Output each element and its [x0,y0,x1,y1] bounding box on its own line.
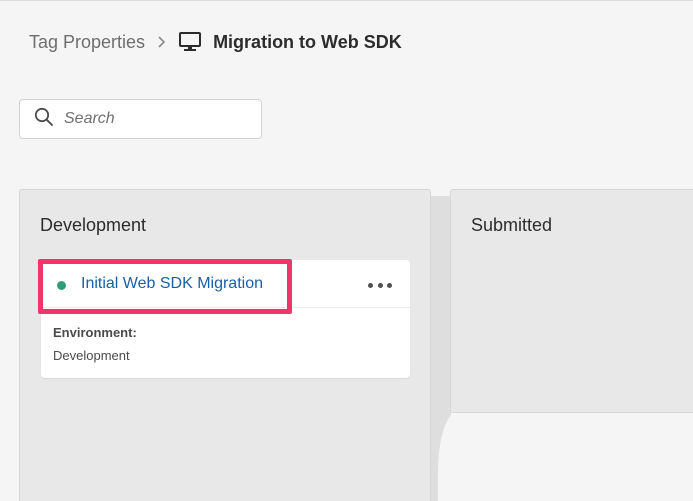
environment-label: Environment: [53,325,137,340]
breadcrumb-tag-properties-link[interactable]: Tag Properties [29,32,145,53]
column-development: Development Initial Web SDK Migration En… [19,189,431,501]
search-field[interactable] [19,99,262,139]
more-horizontal-icon [368,282,373,288]
more-options-button[interactable] [368,275,392,295]
breadcrumb: Tag Properties Migration to Web SDK [29,30,402,54]
top-divider [0,0,693,1]
page-title: Migration to Web SDK [213,31,402,52]
library-card[interactable]: Initial Web SDK Migration Environment: D… [38,259,410,378]
library-title-link[interactable]: Initial Web SDK Migration [81,275,263,293]
environment-value: Development [53,348,130,363]
status-dot-icon [57,281,66,290]
column-title: Submitted [471,215,553,235]
chevron-right-icon [157,35,167,49]
search-input[interactable] [64,110,244,128]
column-submitted: Submitted [450,189,693,413]
column-title: Development [40,215,147,235]
monitor-icon [179,32,202,52]
search-icon [34,107,54,132]
publishing-flow-page: Tag Properties Migration to Web SDK Deve… [0,0,693,501]
library-card-header: Initial Web SDK Migration [41,260,410,308]
